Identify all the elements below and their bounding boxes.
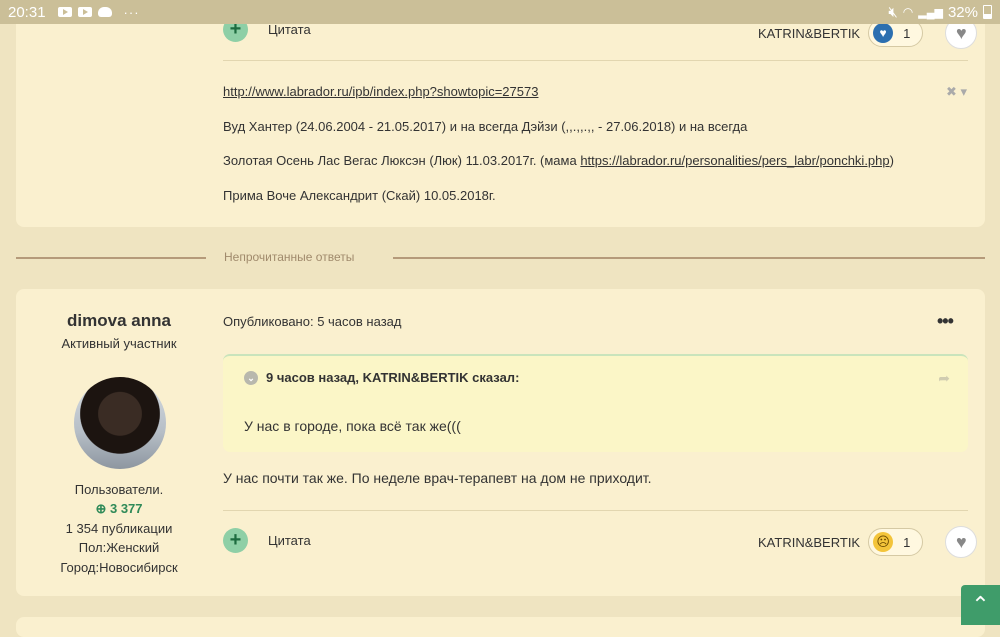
quote-button-2[interactable]: Цитата [268, 533, 311, 548]
signature-line-3-end: ) [889, 153, 894, 168]
reaction-count-box-2[interactable]: ☹ 1 [868, 528, 924, 556]
author-rank: Активный участник [61, 336, 177, 351]
multiquote-plus-button-2[interactable]: + [223, 528, 248, 553]
unread-line-left [16, 257, 206, 259]
quote-block: ⌄ 9 часов назад, KATRIN&BERTIK сказал: ➦… [223, 354, 968, 452]
reaction-count: 1 [903, 25, 911, 41]
author-group: Пользователи. [74, 482, 164, 497]
post2-actions: + Цитата [223, 528, 311, 553]
unread-label: Непрочитанные ответы [224, 250, 355, 264]
share-icon[interactable]: ➦ [938, 370, 950, 387]
post-options-button[interactable]: ••• [937, 311, 954, 332]
author-posts: 1 354 публикации [65, 521, 173, 536]
signature-line-3: Золотая Осень Лас Вегас Люксэн (Люк) 11.… [223, 153, 894, 168]
reaction-user-link[interactable]: KATRIN&BERTIK [758, 26, 860, 41]
quote-citation[interactable]: 9 часов назад, KATRIN&BERTIK сказал: [266, 370, 519, 385]
scroll-to-top-button[interactable]: ⌃ [961, 585, 1000, 625]
youtube-icon [57, 7, 72, 17]
post-card-next [16, 617, 985, 637]
battery-percent: 32% [947, 3, 978, 21]
post-divider [223, 510, 968, 511]
author-city: Город:Новосибирск [60, 560, 178, 575]
chevron-down-icon[interactable]: ⌄ [244, 370, 258, 385]
unread-line-right [393, 257, 985, 259]
battery-icon [983, 5, 992, 19]
reputation-badge: ⊕ 3 377 [16, 501, 222, 517]
youtube-icon-2 [77, 7, 92, 17]
more-notifications-icon: ··· [123, 4, 140, 20]
quote-button[interactable]: Цитата [268, 22, 311, 37]
status-bar: 20:31 ··· 🔇︎ ◠ ▂▄▆ 32% [0, 0, 1000, 24]
signature-line-3-text: Золотая Осень Лас Вегас Люксэн (Люк) 11.… [223, 153, 581, 168]
author-gender: Пол:Женский [78, 540, 160, 555]
reaction-count-2: 1 [903, 534, 911, 550]
chevron-up-icon: ⌃ [971, 592, 990, 617]
mute-icon: 🔇︎ [888, 3, 898, 21]
published-time: Опубликовано: 5 часов назад [223, 314, 402, 329]
cloud-upload-icon [97, 7, 112, 17]
signature-line-4: Прима Воче Александрит (Скай) 10.05.2018… [223, 188, 496, 203]
post-content: У нас почти так же. По неделе врач-терап… [223, 470, 652, 486]
react-heart-button-2[interactable]: ♥ [945, 526, 978, 558]
signature-link-forum[interactable]: http://www.labrador.ru/ipb/index.php?sho… [223, 84, 538, 99]
sad-face-reaction-icon: ☹ [873, 532, 894, 552]
author-name[interactable]: dimova anna [16, 311, 222, 331]
quote-header: ⌄ 9 часов назад, KATRIN&BERTIK сказал: [244, 370, 519, 385]
hide-signature-icon[interactable]: ✖ ▾ [946, 84, 967, 100]
status-time: 20:31 [8, 3, 46, 21]
like-reaction-icon: ♥ [873, 23, 894, 43]
unread-separator: Непрочитанные ответы [16, 249, 985, 267]
signal-icon: ▂▄▆ [918, 6, 943, 19]
plus-circle-icon: ⊕ [95, 501, 107, 516]
signature-line-1: http://www.labrador.ru/ipb/index.php?sho… [223, 84, 538, 99]
post2-reactions: KATRIN&BERTIK ☹ 1 ♥ [758, 526, 978, 558]
signature-divider [223, 60, 968, 61]
wifi-icon: ◠ [902, 5, 914, 19]
reputation-value: 3 377 [109, 501, 143, 516]
signature-link-ponchki[interactable]: https://labrador.ru/personalities/pers_l… [580, 153, 889, 168]
avatar[interactable] [74, 377, 166, 469]
reaction-user-link-2[interactable]: KATRIN&BERTIK [758, 535, 860, 550]
quote-body: У нас в городе, пока всё так же((( [244, 418, 461, 434]
signature-line-2: Вуд Хантер (24.06.2004 - 21.05.2017) и н… [223, 119, 748, 134]
